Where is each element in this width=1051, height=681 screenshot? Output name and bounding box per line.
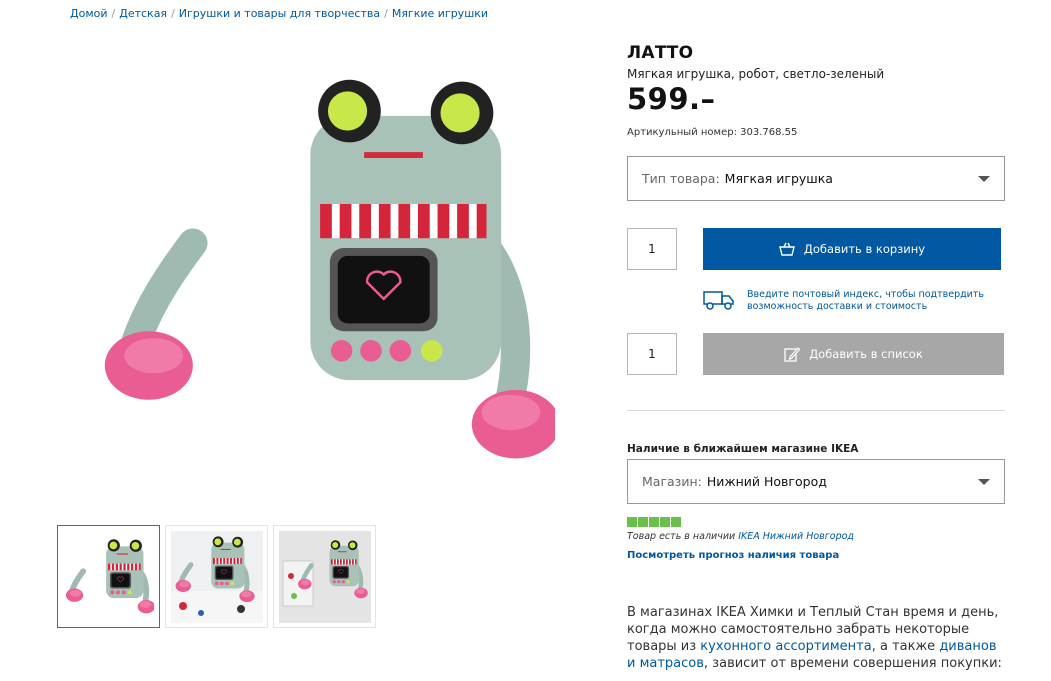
add-to-cart-button[interactable]: Добавить в корзину [703, 228, 1001, 270]
robot-on-bed-thumbnail-image [170, 530, 263, 623]
product-type-label: Тип товара: [642, 171, 720, 186]
breadcrumb-home[interactable]: Домой [70, 7, 108, 20]
list-quantity-input[interactable]: 1 [627, 333, 677, 375]
info-text-part: , зависит от времени совершения покупки: [703, 656, 1002, 671]
breadcrumb-separator: / [384, 7, 388, 20]
add-to-list-button[interactable]: Добавить в список [703, 333, 1004, 375]
stock-level-segment [638, 517, 648, 527]
thumbnail-gallery [57, 525, 376, 628]
cart-quantity-input[interactable]: 1 [627, 228, 677, 270]
thumbnail-1[interactable] [57, 525, 160, 628]
breadcrumb-separator: / [171, 7, 175, 20]
chevron-down-icon [978, 176, 990, 182]
breadcrumb-separator: / [111, 7, 116, 20]
stock-store-link[interactable]: IKEA Нижний Новгород [738, 531, 854, 542]
breadcrumb-children[interactable]: Детская [119, 7, 167, 20]
section-divider [627, 410, 1005, 411]
stock-level-indicator [627, 517, 681, 527]
add-to-list-label: Добавить в список [809, 347, 923, 361]
thumbnail-3[interactable] [273, 525, 376, 628]
product-title: ЛАТТО [627, 43, 694, 63]
breadcrumb: Домой / Детская / Игрушки и товары для творч… [70, 7, 488, 20]
availability-title: Наличие в ближайшем магазине IKEA [627, 443, 859, 455]
kitchen-assortment-link[interactable]: кухонного ассортимента [700, 639, 871, 654]
robot-in-room-thumbnail-image [278, 530, 371, 623]
pencil-list-icon [784, 347, 801, 362]
delivery-postcode-link[interactable]: Введите почтовый индекс, чтобы подтверди… [747, 289, 997, 313]
store-select[interactable]: Магазин: Нижний Новгород [627, 459, 1005, 504]
product-type-value: Мягкая игрушка [724, 171, 833, 186]
product-type-select[interactable]: Тип товара: Мягкая игрушка [627, 156, 1005, 201]
pickup-info-text: В магазинах IKEA Химки и Теплый Стан вре… [627, 604, 1005, 672]
breadcrumb-toys[interactable]: Игрушки и товары для творчества [179, 7, 380, 20]
store-label: Магазин: [642, 474, 702, 489]
stock-level-segment [660, 517, 670, 527]
product-description: Мягкая игрушка, робот, светло-зеленый [627, 67, 885, 81]
stock-forecast-link[interactable]: Посмотреть прогноз наличия товара [627, 550, 839, 561]
store-value: Нижний Новгород [706, 474, 827, 489]
chevron-down-icon [978, 479, 990, 485]
article-number: Артикульный номер: 303.768.55 [627, 127, 798, 138]
stock-level-segment [671, 517, 681, 527]
thumbnail-2[interactable] [165, 525, 268, 628]
stock-status: Товар есть в наличии IKEA Нижний Новгоро… [627, 531, 854, 542]
product-main-image[interactable] [95, 70, 555, 475]
delivery-truck-icon [703, 291, 734, 310]
add-to-cart-label: Добавить в корзину [803, 242, 926, 256]
stock-status-prefix: Товар есть в наличии [627, 531, 736, 542]
breadcrumb-soft-toys[interactable]: Мягкие игрушки [392, 7, 488, 20]
robot-thumbnail-image [64, 532, 154, 622]
stock-level-segment [649, 517, 659, 527]
stock-level-segment [627, 517, 637, 527]
product-price: 599.– [627, 82, 716, 116]
info-text-part: , а также [871, 639, 940, 654]
basket-icon [779, 242, 795, 256]
delivery-info[interactable]: Введите почтовый индекс, чтобы подтверди… [703, 289, 997, 313]
